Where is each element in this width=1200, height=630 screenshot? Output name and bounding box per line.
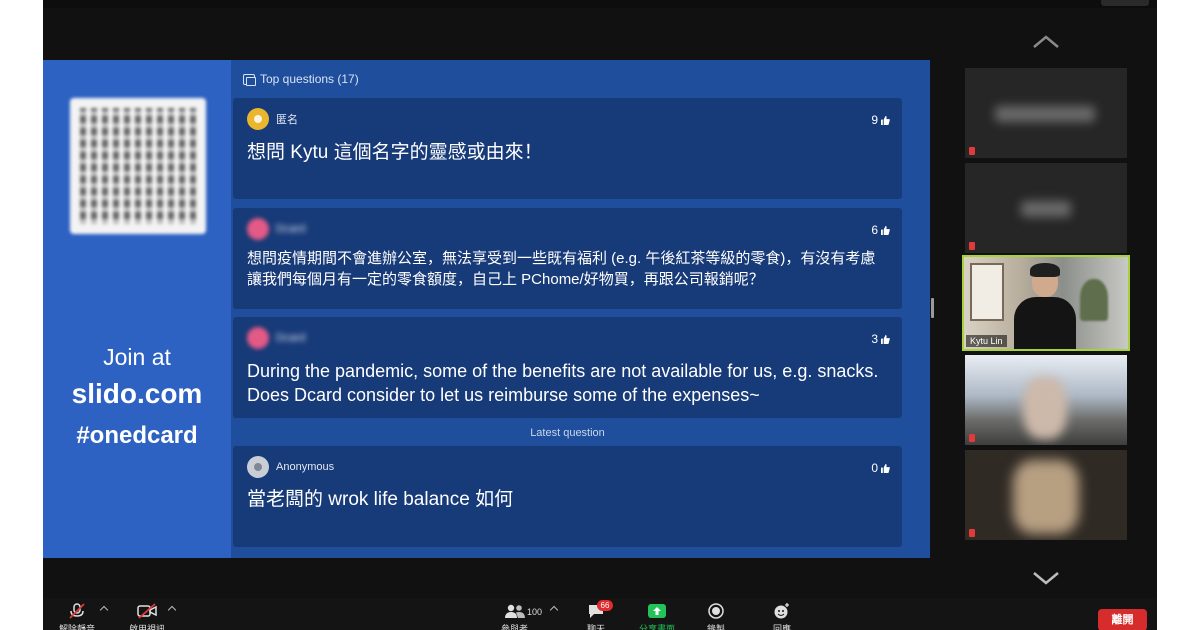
like-count: 9	[871, 113, 890, 127]
speaker-name: Kytu Lin	[966, 335, 1007, 347]
shared-screen: Join at slido.com #onedcard Top question…	[43, 60, 930, 558]
record-label: 錄製	[707, 624, 726, 630]
meeting-toolbar: 解除靜音 啟用視訊 參與者 100 66 聊天 分享畫面 錄製 回應	[43, 598, 1157, 630]
join-url: slido.com	[71, 378, 203, 409]
active-speaker-tile[interactable]: Kytu Lin	[962, 255, 1130, 351]
unmute-label: 解除靜音	[59, 624, 96, 630]
participants-button[interactable]: 參與者	[501, 603, 528, 630]
thumbs-up-icon	[881, 463, 890, 473]
reactions-label: 回應	[773, 624, 792, 630]
thumbs-up-icon	[881, 334, 890, 344]
share-screen-icon	[648, 604, 666, 618]
muted-mic-icon	[969, 434, 975, 442]
join-at-label: Join at	[103, 344, 171, 370]
question-author: Anonymous	[276, 461, 335, 473]
top-bar	[43, 0, 1157, 8]
question-author: 匿名	[276, 114, 298, 126]
chat-label: 聊天	[587, 624, 606, 630]
like-count: 6	[871, 223, 890, 237]
split-view-handle[interactable]	[931, 298, 934, 318]
question-card: 匿名 9 想問 Kytu 這個名字的靈感或由來！	[233, 98, 902, 199]
event-code: #onedcard	[76, 422, 198, 449]
start-video-label: 啟用視訊	[129, 624, 166, 630]
start-video-button[interactable]: 啟用視訊	[129, 603, 165, 630]
question-card: Dcard 6 想問疫情期間不會進辦公室，無法享受到一些既有福利 (e.g. 午…	[233, 208, 902, 309]
participants-count: 100	[527, 607, 543, 617]
thumbs-up-icon	[881, 225, 890, 235]
zoom-meeting-window: Join at slido.com #onedcard Top question…	[43, 0, 1157, 630]
participant-tile[interactable]	[965, 450, 1127, 540]
chat-unread-badge: 66	[597, 600, 613, 611]
question-card: Dcard 3 During the pandemic, some of the…	[233, 317, 902, 418]
participants-options-caret[interactable]	[549, 605, 559, 615]
question-text: During the pandemic, some of the benefit…	[247, 361, 879, 405]
latest-question-label: Latest question	[530, 427, 605, 439]
audio-options-caret[interactable]	[99, 605, 109, 615]
question-author: Dcard	[276, 223, 306, 235]
share-screen-button[interactable]: 分享畫面	[639, 603, 675, 630]
question-author: Dcard	[276, 332, 306, 344]
thumbs-up-icon	[881, 115, 890, 125]
participant-tile[interactable]	[965, 355, 1127, 445]
like-count: 3	[871, 332, 890, 346]
like-count: 0	[871, 461, 890, 475]
user-avatar-icon	[247, 108, 269, 130]
user-avatar-icon	[247, 218, 269, 240]
unmute-button[interactable]: 解除靜音	[59, 603, 95, 630]
question-text: 當老闆的 wrok life balance 如何	[247, 489, 514, 510]
qr-code	[70, 98, 206, 234]
muted-mic-icon	[969, 242, 975, 250]
muted-mic-icon	[969, 529, 975, 537]
chat-button[interactable]: 66 聊天	[587, 600, 613, 630]
leave-button[interactable]: 離開	[1098, 609, 1147, 630]
share-screen-label: 分享畫面	[639, 624, 676, 630]
questions-icon	[243, 73, 256, 86]
chevron-down-icon[interactable]	[1031, 570, 1061, 586]
view-button[interactable]	[1101, 0, 1149, 6]
latest-question-card: Anonymous 0 當老闆的 wrok life balance 如何	[233, 446, 902, 547]
question-text: 想問 Kytu 這個名字的靈感或由來！	[247, 142, 543, 163]
top-questions-title: Top questions (17)	[260, 72, 359, 86]
participant-tile[interactable]	[965, 163, 1127, 253]
mic-muted-icon	[69, 603, 85, 619]
video-off-icon	[137, 603, 157, 619]
user-avatar-icon	[247, 327, 269, 349]
record-button[interactable]: 錄製	[707, 603, 725, 630]
slido-join-panel: Join at slido.com #onedcard	[43, 60, 231, 558]
participants-icon	[504, 604, 525, 618]
video-options-caret[interactable]	[167, 605, 177, 615]
reactions-button[interactable]: 回應	[773, 603, 791, 630]
emoji-icon	[774, 603, 789, 619]
question-text: 想問疫情期間不會進辦公室，無法享受到一些既有福利 (e.g. 午後紅茶等級的零食…	[247, 250, 876, 288]
anonymous-avatar-icon	[247, 456, 269, 478]
participant-tile[interactable]	[965, 68, 1127, 158]
record-icon	[708, 603, 724, 619]
muted-mic-icon	[969, 147, 975, 155]
participants-label: 參與者	[501, 624, 529, 630]
top-questions-header: Top questions (17)	[243, 72, 359, 86]
chevron-up-icon[interactable]	[1031, 34, 1061, 50]
